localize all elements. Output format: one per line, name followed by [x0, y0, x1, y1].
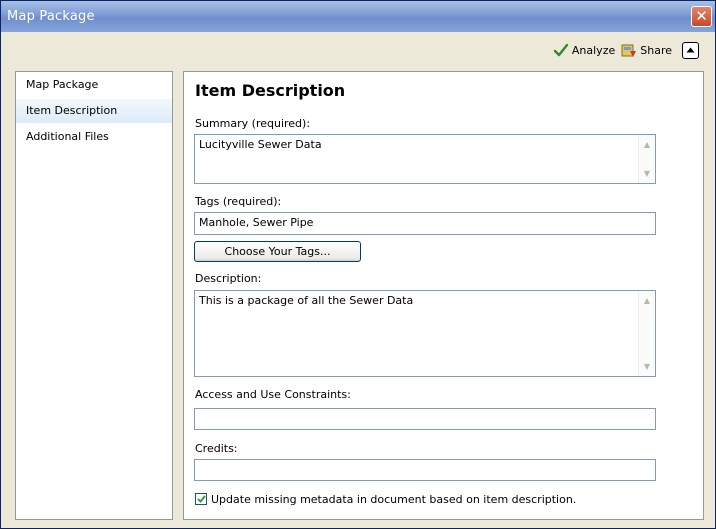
nav-item-item-description[interactable]: Item Description — [16, 99, 172, 123]
description-label: Description: — [195, 272, 262, 285]
nav-item-label: Additional Files — [26, 130, 109, 143]
credits-input[interactable] — [194, 459, 656, 481]
checkbox-check-icon — [196, 495, 206, 503]
close-button[interactable]: ✕ — [691, 6, 712, 27]
tags-input[interactable]: Manhole, Sewer Pipe — [194, 212, 656, 235]
update-metadata-checkbox[interactable] — [195, 493, 207, 505]
toolbar: Analyze Share — [551, 39, 699, 61]
access-constraints-label: Access and Use Constraints: — [195, 388, 351, 401]
credits-label: Credits: — [195, 442, 238, 455]
analyze-label: Analyze — [571, 43, 616, 57]
collapse-button[interactable] — [682, 41, 699, 59]
tags-label: Tags (required): — [195, 195, 282, 208]
scroll-down-icon[interactable]: ▼ — [640, 359, 654, 374]
window-title: Map Package — [7, 9, 95, 24]
scroll-down-icon[interactable]: ▼ — [640, 166, 654, 181]
scroll-up-icon[interactable]: ▲ — [640, 293, 654, 308]
scroll-up-icon[interactable]: ▲ — [640, 137, 654, 152]
summary-value: Lucityville Sewer Data — [199, 138, 322, 151]
description-scrollbar[interactable]: ▲ ▼ — [638, 291, 655, 376]
description-textarea[interactable]: This is a package of all the Sewer Data … — [194, 290, 656, 377]
summary-label: Summary (required): — [195, 117, 311, 130]
map-package-window: Map Package ✕ Analyze Share Map Package … — [0, 0, 716, 529]
nav-item-map-package[interactable]: Map Package — [16, 73, 172, 97]
analyze-button[interactable]: Analyze — [551, 40, 617, 60]
nav-item-label: Map Package — [26, 78, 99, 91]
description-value: This is a package of all the Sewer Data — [199, 294, 414, 307]
nav-item-additional-files[interactable]: Additional Files — [16, 125, 172, 149]
update-metadata-label[interactable]: Update missing metadata in document base… — [211, 493, 576, 506]
share-label: Share — [640, 43, 672, 57]
choose-tags-button[interactable]: Choose Your Tags... — [194, 241, 361, 262]
tags-value: Manhole, Sewer Pipe — [199, 216, 314, 229]
access-constraints-input[interactable] — [194, 408, 656, 430]
close-icon: ✕ — [695, 7, 708, 25]
title-bar[interactable]: Map Package ✕ — [1, 1, 715, 32]
page-title: Item Description — [195, 81, 346, 100]
share-package-icon — [621, 44, 637, 57]
item-description-panel: Item Description Summary (required): Luc… — [183, 71, 704, 520]
share-button[interactable]: Share — [619, 40, 674, 60]
nav-item-label: Item Description — [26, 104, 118, 117]
summary-scrollbar[interactable]: ▲ ▼ — [638, 135, 655, 183]
checkmark-icon — [553, 43, 569, 57]
navigation-panel: Map Package Item Description Additional … — [15, 71, 173, 520]
triangle-up-icon — [686, 47, 695, 53]
summary-textarea[interactable]: Lucityville Sewer Data ▲ ▼ — [194, 134, 656, 184]
